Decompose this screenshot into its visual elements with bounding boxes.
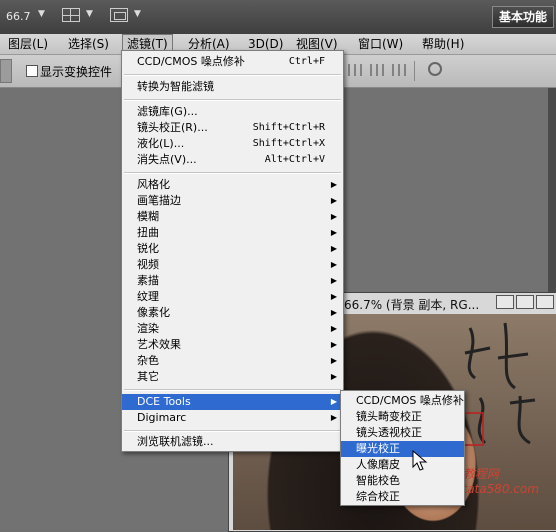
- submenu-arrow-icon: ▶: [330, 308, 337, 317]
- menu-item-smart-filter[interactable]: 转换为智能滤镜: [122, 79, 343, 95]
- menu-separator: [124, 389, 341, 391]
- menu-item-blur[interactable]: 模糊 ▶: [122, 209, 343, 225]
- zoom-dropdown-icon[interactable]: ▼: [38, 9, 45, 19]
- tool-preset-icon[interactable]: [0, 59, 12, 83]
- menu-select[interactable]: 选择(S): [64, 34, 113, 54]
- distribute-icon[interactable]: [370, 64, 384, 76]
- menu-item-browse-filters[interactable]: 浏览联机滤镜...: [122, 434, 343, 450]
- toolbar-divider: [414, 61, 415, 81]
- show-transform-checkbox[interactable]: [26, 65, 38, 77]
- distribute-icon[interactable]: [392, 64, 406, 76]
- menu-item-texture[interactable]: 纹理 ▶: [122, 289, 343, 305]
- submenu-arrow-icon: ▶: [330, 356, 337, 365]
- submenu-arrow-icon: ▶: [330, 372, 337, 381]
- menu-item-filter-gallery[interactable]: 滤镜库(G)...: [122, 104, 343, 120]
- submenu-arrow-icon: ▶: [330, 228, 337, 237]
- zoom-level[interactable]: 66.7: [6, 10, 31, 23]
- maximize-icon[interactable]: [516, 295, 534, 309]
- dce-tools-submenu: CCD/CMOS 噪点修补 镜头畸变校正 镜头透视校正 曝光校正 人像磨皮 智能…: [340, 390, 465, 506]
- submenu-arrow-icon: ▶: [330, 244, 337, 253]
- submenu-arrow-icon: ▶: [330, 180, 337, 189]
- menu-item-artistic[interactable]: 艺术效果 ▶: [122, 337, 343, 353]
- menu-item-liquify[interactable]: 液化(L)... Shift+Ctrl+X: [122, 136, 343, 152]
- document-title: 66.7% (背景 副本, RG...: [344, 298, 480, 312]
- menu-layer[interactable]: 图层(L): [4, 34, 52, 54]
- menu-window[interactable]: 窗口(W): [354, 34, 407, 54]
- submenu-arrow-icon: ▶: [330, 276, 337, 285]
- submenu-arrow-icon: ▶: [330, 212, 337, 221]
- menu-item-brush-strokes[interactable]: 画笔描边 ▶: [122, 193, 343, 209]
- submenu-item-smart-color[interactable]: 智能校色: [341, 473, 464, 489]
- menu-item-vanishing-point[interactable]: 消失点(V)... Alt+Ctrl+V: [122, 152, 343, 168]
- menu-item-last-filter[interactable]: CCD/CMOS 噪点修补 Ctrl+F: [122, 54, 343, 70]
- submenu-arrow-icon: ▶: [330, 292, 337, 301]
- menu-item-sketch[interactable]: 素描 ▶: [122, 273, 343, 289]
- menu-separator: [124, 172, 341, 174]
- submenu-arrow-icon: ▶: [330, 260, 337, 269]
- submenu-item-lens-distortion[interactable]: 镜头畸变校正: [341, 409, 464, 425]
- app-bar: 66.7 ▼ ▼ ▼ 基本功能: [0, 0, 556, 34]
- submenu-arrow-icon: ▶: [330, 340, 337, 349]
- menu-item-noise[interactable]: 杂色 ▶: [122, 353, 343, 369]
- mouse-cursor-icon: [412, 450, 428, 471]
- menu-help[interactable]: 帮助(H): [418, 34, 468, 54]
- submenu-item-exposure[interactable]: 曝光校正: [341, 441, 464, 457]
- panel-strip: [548, 88, 556, 298]
- menu-item-distort[interactable]: 扭曲 ▶: [122, 225, 343, 241]
- menu-item-dce-tools[interactable]: DCE Tools ▶: [122, 394, 343, 410]
- menu-item-digimarc[interactable]: Digimarc ▶: [122, 410, 343, 426]
- submenu-arrow-icon: ▶: [330, 196, 337, 205]
- menu-item-render[interactable]: 渲染 ▶: [122, 321, 343, 337]
- submenu-item-skin-smooth[interactable]: 人像磨皮: [341, 457, 464, 473]
- menu-separator: [124, 430, 341, 432]
- show-transform-label: 显示变换控件: [40, 65, 113, 79]
- close-icon[interactable]: [536, 295, 554, 309]
- submenu-arrow-icon: ▶: [330, 324, 337, 333]
- menu-separator: [124, 74, 341, 76]
- arrange-documents-icon[interactable]: [62, 8, 80, 22]
- submenu-item-noise-repair[interactable]: CCD/CMOS 噪点修补: [341, 393, 464, 409]
- arrange-dropdown-icon[interactable]: ▼: [86, 9, 93, 19]
- menu-item-video[interactable]: 视频 ▶: [122, 257, 343, 273]
- menu-item-sharpen[interactable]: 锐化 ▶: [122, 241, 343, 257]
- workspace-button[interactable]: 基本功能: [492, 6, 554, 28]
- screen-mode-dropdown-icon[interactable]: ▼: [134, 9, 141, 19]
- menu-item-pixelate[interactable]: 像素化 ▶: [122, 305, 343, 321]
- filter-menu: CCD/CMOS 噪点修补 Ctrl+F 转换为智能滤镜 滤镜库(G)... 镜…: [121, 50, 344, 452]
- menu-item-stylize[interactable]: 风格化 ▶: [122, 177, 343, 193]
- submenu-arrow-icon: ▶: [330, 397, 337, 406]
- submenu-item-combined[interactable]: 综合校正: [341, 489, 464, 505]
- submenu-item-perspective[interactable]: 镜头透视校正: [341, 425, 464, 441]
- menu-item-lens-correction[interactable]: 镜头校正(R)... Shift+Ctrl+R: [122, 120, 343, 136]
- screen-mode-icon[interactable]: [110, 8, 128, 22]
- submenu-arrow-icon: ▶: [330, 413, 337, 422]
- minimize-icon[interactable]: [496, 295, 514, 309]
- menu-item-other[interactable]: 其它 ▶: [122, 369, 343, 385]
- menu-separator: [124, 99, 341, 101]
- distribute-icon[interactable]: [348, 64, 362, 76]
- auto-align-icon[interactable]: [428, 62, 442, 76]
